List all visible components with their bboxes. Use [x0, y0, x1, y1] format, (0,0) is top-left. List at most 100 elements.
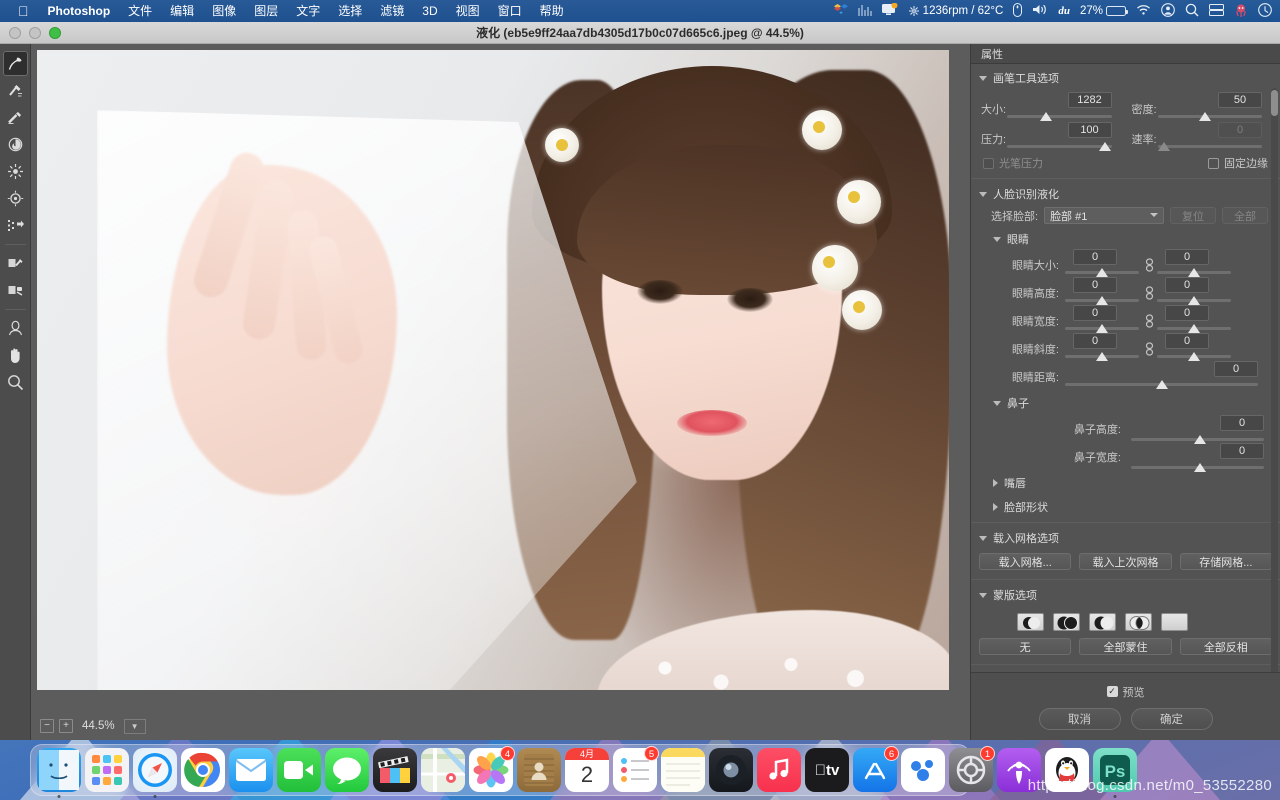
- slider-eye-width-left[interactable]: [1065, 323, 1139, 333]
- face-tool[interactable]: [3, 316, 28, 341]
- mask-invert-all-button[interactable]: 全部反相: [1179, 638, 1272, 655]
- reset-face-button[interactable]: 复位: [1170, 207, 1216, 224]
- dock-item-finder[interactable]: [37, 748, 81, 798]
- input-eye-distance[interactable]: 0: [1214, 361, 1258, 377]
- dock-item-music[interactable]: [757, 748, 801, 792]
- dock-item-messages[interactable]: [325, 748, 369, 792]
- dock-item-calendar[interactable]: 4月 2: [565, 748, 609, 792]
- section-face-aware-liquify[interactable]: 人脸识别液化: [971, 182, 1280, 206]
- mouse-icon[interactable]: [1013, 2, 1023, 20]
- dock-item-cinema-4d[interactable]: [709, 748, 753, 792]
- link-eyes-icon[interactable]: [1141, 258, 1157, 272]
- volume-icon[interactable]: [1032, 3, 1048, 19]
- load-mesh-button[interactable]: 载入网格...: [979, 553, 1072, 570]
- input-brush-density[interactable]: 50: [1218, 92, 1262, 108]
- octopus-icon[interactable]: [1234, 3, 1248, 20]
- dock-item-facetime[interactable]: [277, 748, 321, 792]
- slider-brush-size[interactable]: [1007, 111, 1112, 121]
- subsection-mouth[interactable]: 嘴唇: [971, 471, 1280, 495]
- section-mask-options[interactable]: 蒙版选项: [971, 583, 1280, 607]
- cancel-button[interactable]: 取消: [1038, 707, 1121, 730]
- slider-eye-size-left[interactable]: [1065, 267, 1139, 277]
- input-eye-width-left[interactable]: 0: [1073, 305, 1117, 321]
- liquify-preview-canvas[interactable]: [37, 50, 949, 690]
- slider-eye-width-right[interactable]: [1157, 323, 1231, 333]
- input-eye-tilt-left[interactable]: 0: [1073, 333, 1117, 349]
- input-eye-size-right[interactable]: 0: [1165, 249, 1209, 265]
- subsection-face-shape[interactable]: 脸部形状: [971, 495, 1280, 519]
- wifi-icon[interactable]: [1136, 4, 1151, 19]
- menu-item-select[interactable]: 选择: [329, 0, 371, 22]
- load-last-mesh-button[interactable]: 载入上次网格: [1079, 553, 1172, 570]
- slider-eye-size-right[interactable]: [1157, 267, 1231, 277]
- dock-item-maps[interactable]: [421, 748, 465, 792]
- slider-nose-width[interactable]: [1131, 462, 1264, 472]
- zoom-button[interactable]: [49, 26, 61, 39]
- mask-all-button[interactable]: 全部蒙住: [1079, 638, 1172, 655]
- slider-brush-rate[interactable]: [1157, 141, 1262, 151]
- save-mesh-button[interactable]: 存储网格...: [1179, 553, 1272, 570]
- zoom-in-button[interactable]: +: [59, 719, 73, 733]
- reconstruct-tool[interactable]: [3, 78, 28, 103]
- input-brush-pressure[interactable]: 100: [1067, 122, 1112, 138]
- fan-temp-status[interactable]: 1236rpm / 62°C: [908, 5, 1003, 17]
- dock-item-final-cut-pro[interactable]: [373, 748, 417, 792]
- menu-item-type[interactable]: 文字: [287, 0, 329, 22]
- slider-eye-tilt-left[interactable]: [1065, 351, 1139, 361]
- mask-subtract-icon[interactable]: [1089, 613, 1116, 631]
- twirl-clockwise-tool[interactable]: [3, 132, 28, 157]
- input-nose-width[interactable]: 0: [1220, 443, 1264, 459]
- display-icon[interactable]: [1209, 3, 1224, 19]
- notification-icon[interactable]: [881, 2, 898, 19]
- zoom-preset-dropdown[interactable]: ▼: [123, 718, 146, 734]
- push-left-tool[interactable]: [3, 213, 28, 238]
- smooth-tool[interactable]: [3, 105, 28, 130]
- mask-add-icon[interactable]: [1053, 613, 1080, 631]
- menu-item-layer[interactable]: 图层: [245, 0, 287, 22]
- subsection-eyes[interactable]: 眼睛: [971, 225, 1280, 251]
- menu-item-image[interactable]: 图像: [203, 0, 245, 22]
- battery-status[interactable]: 27%: [1080, 5, 1128, 17]
- dock-item-apple-tv[interactable]: tv: [805, 748, 849, 792]
- menu-item-photoshop[interactable]: Photoshop: [39, 0, 120, 22]
- dock-item-launchpad[interactable]: [85, 748, 129, 792]
- mask-intersect-icon[interactable]: [1125, 613, 1152, 631]
- menu-item-view[interactable]: 视图: [447, 0, 489, 22]
- slider-eye-distance[interactable]: [1065, 379, 1258, 389]
- slider-eye-tilt-right[interactable]: [1157, 351, 1231, 361]
- dock-item-reminders[interactable]: 5: [613, 746, 659, 792]
- dictionary-icon[interactable]: du: [1058, 5, 1070, 17]
- apple-icon[interactable]: : [8, 0, 39, 22]
- menu-item-filter[interactable]: 滤镜: [371, 0, 413, 22]
- hand-tool[interactable]: [3, 343, 28, 368]
- section-brush-tool-options[interactable]: 画笔工具选项: [971, 66, 1280, 90]
- input-eye-height-right[interactable]: 0: [1165, 277, 1209, 293]
- slider-brush-pressure[interactable]: [1007, 141, 1112, 151]
- slider-eye-height-right[interactable]: [1157, 295, 1231, 305]
- menu-item-edit[interactable]: 编辑: [161, 0, 203, 22]
- input-eye-height-left[interactable]: 0: [1073, 277, 1117, 293]
- subsection-nose[interactable]: 鼻子: [971, 391, 1280, 415]
- link-eyes-icon[interactable]: [1141, 342, 1157, 356]
- close-button[interactable]: [9, 26, 21, 39]
- input-eye-width-right[interactable]: 0: [1165, 305, 1209, 321]
- link-eyes-icon[interactable]: [1141, 286, 1157, 300]
- search-icon[interactable]: [1185, 3, 1199, 20]
- forward-warp-tool[interactable]: [2, 51, 28, 76]
- dock-item-photos[interactable]: 4: [469, 746, 515, 792]
- menu-item-window[interactable]: 窗口: [489, 0, 531, 22]
- dock-item-contacts[interactable]: [517, 748, 561, 792]
- input-brush-size[interactable]: 1282: [1067, 92, 1112, 108]
- mask-none-button[interactable]: 无: [979, 638, 1072, 655]
- mask-invert-icon[interactable]: [1161, 613, 1188, 631]
- freeze-mask-tool[interactable]: [3, 251, 28, 276]
- checkbox-pin-edges[interactable]: 固定边缘: [1208, 155, 1268, 171]
- properties-scrollbar-track[interactable]: [1271, 88, 1278, 708]
- dropdown-select-face[interactable]: 脸部 #1: [1044, 207, 1164, 224]
- link-eyes-icon[interactable]: [1141, 314, 1157, 328]
- pucker-tool[interactable]: [3, 159, 28, 184]
- window-titlebar[interactable]: 液化 (eb5e9ff24aa7db4305d17b0c07d665c6.jpe…: [0, 22, 1280, 44]
- mask-replace-icon[interactable]: [1017, 613, 1044, 631]
- equalizer-icon[interactable]: [857, 4, 872, 19]
- input-nose-height[interactable]: 0: [1220, 415, 1264, 431]
